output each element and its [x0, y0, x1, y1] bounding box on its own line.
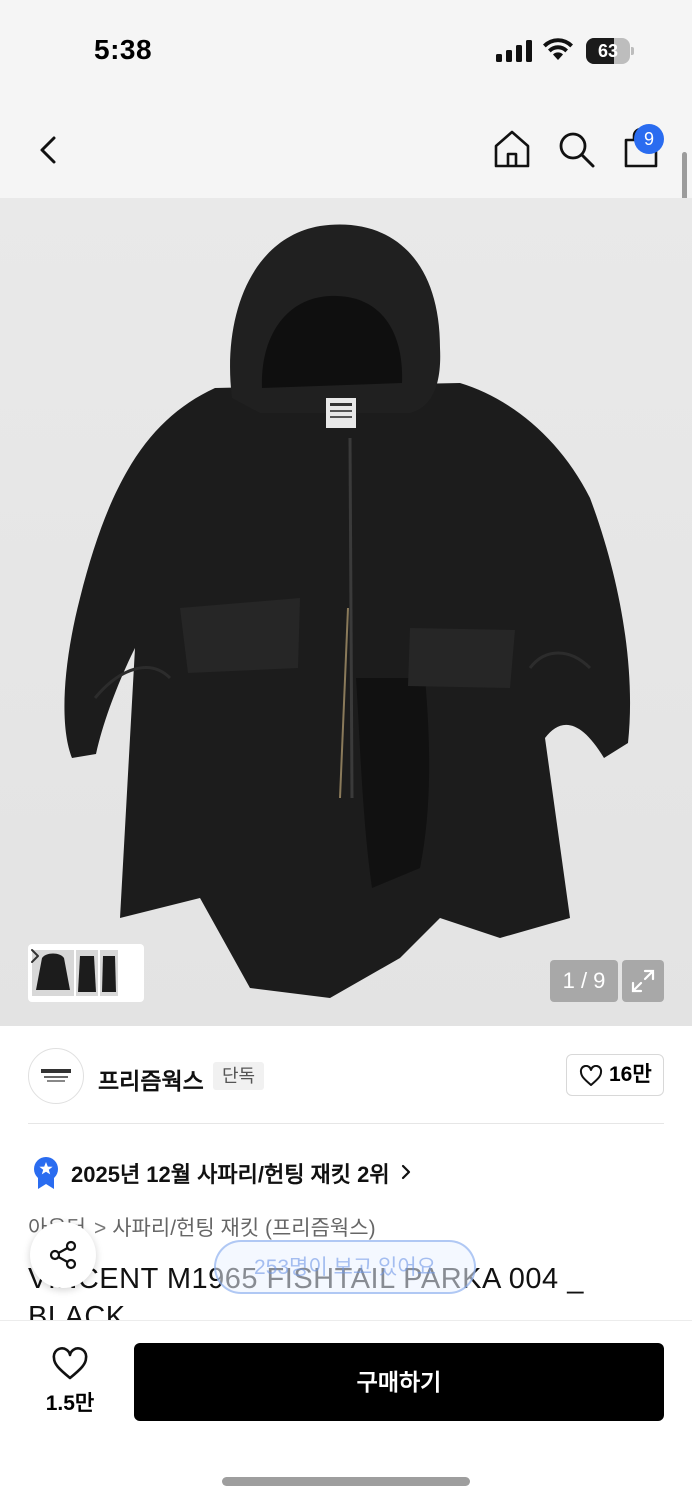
buy-button[interactable]: 구매하기 — [134, 1343, 664, 1421]
battery-level: 63 — [597, 41, 619, 61]
divider — [28, 1123, 664, 1124]
heart-icon — [579, 1065, 603, 1086]
brand-logo[interactable] — [28, 1048, 84, 1104]
brand-like-count: 16만 — [609, 1063, 652, 1086]
status-time: 5:38 — [94, 34, 153, 65]
wifi-icon — [543, 38, 573, 60]
brand-name[interactable]: 프리즘웍스 — [98, 1062, 204, 1096]
breadcrumb-separator: > — [93, 1217, 107, 1240]
breadcrumb-current[interactable]: 사파리/헌팅 재킷 (프리즘웍스) — [112, 1217, 375, 1240]
thumbnail-3[interactable] — [100, 950, 118, 996]
share-icon — [49, 1240, 77, 1270]
brand-like-button[interactable]: 16만 — [566, 1054, 664, 1096]
back-arrow-icon[interactable] — [34, 130, 66, 170]
search-icon[interactable] — [556, 128, 596, 170]
ranking-row[interactable]: 2025년 12월 사파리/헌팅 재킷 2위 — [28, 1152, 664, 1192]
status-bar: 5:38 63 — [0, 0, 692, 100]
battery-icon: 63 — [586, 38, 634, 64]
product-image[interactable]: 1 / 9 — [0, 198, 692, 1026]
thumbnail-2[interactable] — [76, 950, 98, 996]
share-button[interactable] — [30, 1222, 96, 1288]
expand-arrows-icon — [631, 969, 655, 993]
expand-image-button[interactable] — [622, 960, 664, 1002]
ranking-badge-icon — [34, 1157, 58, 1189]
home-indicator — [222, 1477, 470, 1486]
heart-icon — [52, 1347, 88, 1380]
ranking-text: 2025년 12월 사파리/헌팅 재킷 2위 — [71, 1162, 390, 1187]
wishlist-count: 1.5만 — [45, 1392, 95, 1415]
exclusive-tag: 단독 — [213, 1062, 265, 1090]
wishlist-button[interactable]: 1.5만 — [30, 1343, 110, 1423]
chevron-right-icon[interactable] — [28, 944, 42, 968]
viewers-toast: 253명이 보고 있어요 — [214, 1240, 476, 1294]
image-counter: 1 / 9 — [550, 960, 618, 1002]
top-navigation — [0, 100, 692, 198]
parka-illustration — [64, 224, 631, 998]
thumbnail-strip[interactable] — [28, 944, 144, 1002]
cellular-signal-icon — [496, 40, 532, 62]
chevron-right-icon — [401, 1164, 411, 1180]
viewers-text: 253명이 보고 있어요 — [254, 1256, 436, 1279]
home-icon[interactable] — [492, 128, 532, 170]
brand-row: 프리즘웍스 단독 16만 — [0, 1026, 692, 1124]
cart-count-badge: 9 — [634, 124, 664, 154]
bottom-action-bar: 1.5만 구매하기 — [0, 1320, 692, 1500]
